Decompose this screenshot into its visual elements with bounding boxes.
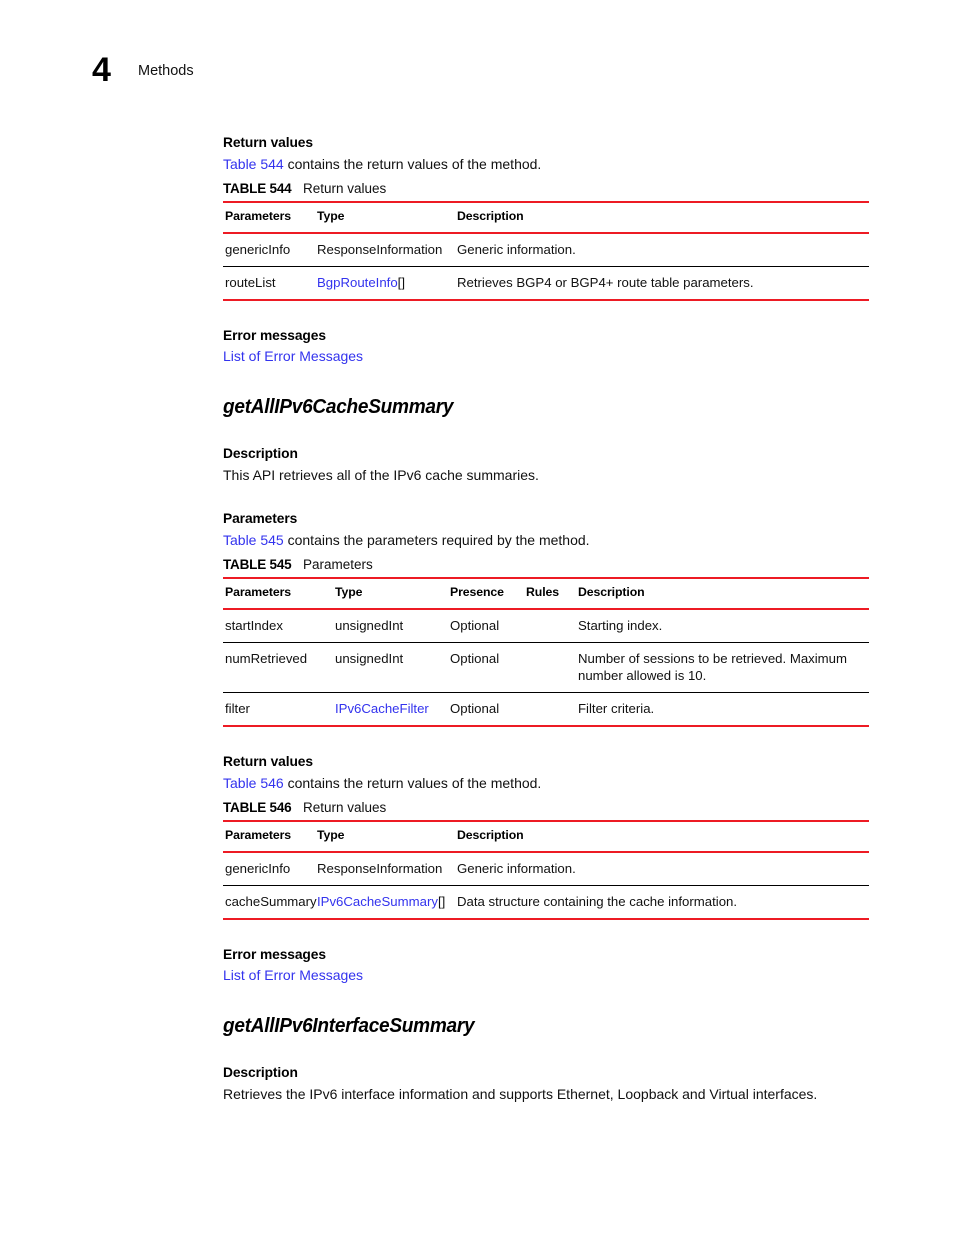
table-row: cacheSummary IPv6CacheSummary[] Data str… <box>223 885 869 920</box>
table-546-number: TABLE 546 <box>223 800 292 815</box>
table-544-col-description: Description <box>455 201 869 234</box>
table-544-header-row: Parameters Type Description <box>223 201 869 234</box>
table-545-title: Parameters <box>303 557 373 572</box>
table-546-col-description: Description <box>455 820 869 853</box>
table-545-xref-link[interactable]: Table 545 <box>223 532 284 548</box>
table-544-number: TABLE 544 <box>223 181 292 196</box>
table-545-col-type: Type <box>333 577 448 610</box>
table-545-number: TABLE 545 <box>223 557 292 572</box>
table-546-caption: TABLE 546 Return values <box>223 799 869 816</box>
type-xref-link[interactable]: IPv6CacheFilter <box>335 701 429 716</box>
type-array-suffix: [] <box>437 894 446 909</box>
chapter-title: Methods <box>138 63 194 79</box>
cell-description: Generic information. <box>455 852 869 886</box>
cell-rules <box>524 642 576 693</box>
intro-table-546: Table 546 contains the return values of … <box>223 774 869 792</box>
cell-parameter: filter <box>223 692 333 727</box>
cell-type: ResponseInformation <box>315 233 455 267</box>
table-545-caption: TABLE 545 Parameters <box>223 556 869 573</box>
heading-return-values-544: Return values <box>223 135 313 150</box>
table-545-header-row: Parameters Type Presence Rules Descripti… <box>223 577 869 610</box>
cell-presence: Optional <box>448 692 524 727</box>
table-row: genericInfo ResponseInformation Generic … <box>223 852 869 886</box>
table-row: routeList BgpRouteInfo[] Retrieves BGP4 … <box>223 266 869 301</box>
cell-rules <box>524 692 576 727</box>
cell-type: unsignedInt <box>333 609 448 643</box>
document-page: 4 Methods Return values Table 544 contai… <box>0 0 954 1235</box>
intro-table-545-rest: contains the parameters required by the … <box>283 532 590 548</box>
table-544-caption: TABLE 544 Return values <box>223 180 869 197</box>
running-header: 4 Methods <box>0 51 954 94</box>
table-545-col-presence: Presence <box>448 577 524 610</box>
cell-type: IPv6CacheSummary[] <box>315 885 455 920</box>
table-row: filter IPv6CacheFilter Optional Filter c… <box>223 692 869 727</box>
method-heading-getallipv6interfacesummary: getAllIPv6InterfaceSummary <box>223 1014 475 1037</box>
cell-type: ResponseInformation <box>315 852 455 886</box>
table-row: startIndex unsignedInt Optional Starting… <box>223 609 869 643</box>
table-545-col-parameters: Parameters <box>223 577 333 610</box>
content-column: Return values Table 544 contains the ret… <box>223 134 869 1103</box>
table-row: genericInfo ResponseInformation Generic … <box>223 233 869 267</box>
table-544-xref-link[interactable]: Table 544 <box>223 156 284 172</box>
cell-parameter: numRetrieved <box>223 642 333 693</box>
cell-parameter: genericInfo <box>223 233 315 267</box>
cell-parameter: cacheSummary <box>223 885 317 920</box>
table-546-col-type: Type <box>315 820 455 853</box>
table-546: Parameters Type Description genericInfo … <box>223 820 869 920</box>
table-row: numRetrieved unsignedInt Optional Number… <box>223 642 869 693</box>
heading-error-messages-cache: Error messages <box>223 947 326 962</box>
type-array-suffix: [] <box>397 275 405 290</box>
cell-description: Data structure containing the cache info… <box>455 885 869 920</box>
error-messages-link-bgp[interactable]: List of Error Messages <box>223 347 869 365</box>
cell-type-text: ResponseInformation <box>317 861 443 876</box>
cell-type: IPv6CacheFilter <box>333 692 448 727</box>
cell-description: Number of sessions to be retrieved. Maxi… <box>576 642 869 693</box>
cell-description: Filter criteria. <box>576 692 869 727</box>
type-xref-link[interactable]: IPv6CacheSummary <box>317 894 438 909</box>
description-text-interface: Retrieves the IPv6 interface information… <box>223 1086 818 1102</box>
cell-description: Generic information. <box>455 233 869 267</box>
heading-description-interface: Description <box>223 1065 298 1080</box>
table-546-title: Return values <box>303 800 387 815</box>
intro-table-544-rest: contains the return values of the method… <box>283 156 542 172</box>
cell-description: Retrieves BGP4 or BGP4+ route table para… <box>455 266 869 301</box>
type-xref-link[interactable]: BgpRouteInfo <box>317 275 398 290</box>
cell-presence: Optional <box>448 642 524 693</box>
table-544-title: Return values <box>303 181 387 196</box>
table-546-col-parameters: Parameters <box>223 820 315 853</box>
cell-description: Starting index. <box>576 609 869 643</box>
error-messages-link-cache[interactable]: List of Error Messages <box>223 966 869 984</box>
cell-type: BgpRouteInfo[] <box>315 266 455 301</box>
cell-rules <box>524 609 576 643</box>
table-544-col-parameters: Parameters <box>223 201 315 234</box>
cell-type-text: ResponseInformation <box>317 242 443 257</box>
cell-parameter: startIndex <box>223 609 333 643</box>
intro-table-545: Table 545 contains the parameters requir… <box>223 531 869 549</box>
table-545-col-description: Description <box>576 577 869 610</box>
intro-table-546-rest: contains the return values of the method… <box>283 775 542 791</box>
table-544-col-type: Type <box>315 201 455 234</box>
chapter-number: 4 <box>92 51 111 89</box>
heading-description-cache: Description <box>223 446 298 461</box>
table-546-xref-link[interactable]: Table 546 <box>223 775 284 791</box>
cell-presence: Optional <box>448 609 524 643</box>
table-545: Parameters Type Presence Rules Descripti… <box>223 577 869 727</box>
cell-parameter: genericInfo <box>223 852 315 886</box>
cell-type: unsignedInt <box>333 642 448 693</box>
cell-parameter: routeList <box>223 266 315 301</box>
table-544: Parameters Type Description genericInfo … <box>223 201 869 301</box>
description-text-cache: This API retrieves all of the IPv6 cache… <box>223 467 539 483</box>
heading-parameters-cache: Parameters <box>223 511 298 526</box>
heading-error-messages-bgp: Error messages <box>223 328 326 343</box>
table-546-header-row: Parameters Type Description <box>223 820 869 853</box>
intro-table-544: Table 544 contains the return values of … <box>223 155 869 173</box>
heading-return-values-546: Return values <box>223 754 313 769</box>
method-heading-getallipv6cachesummary: getAllIPv6CacheSummary <box>223 395 454 418</box>
table-545-col-rules: Rules <box>524 577 576 610</box>
